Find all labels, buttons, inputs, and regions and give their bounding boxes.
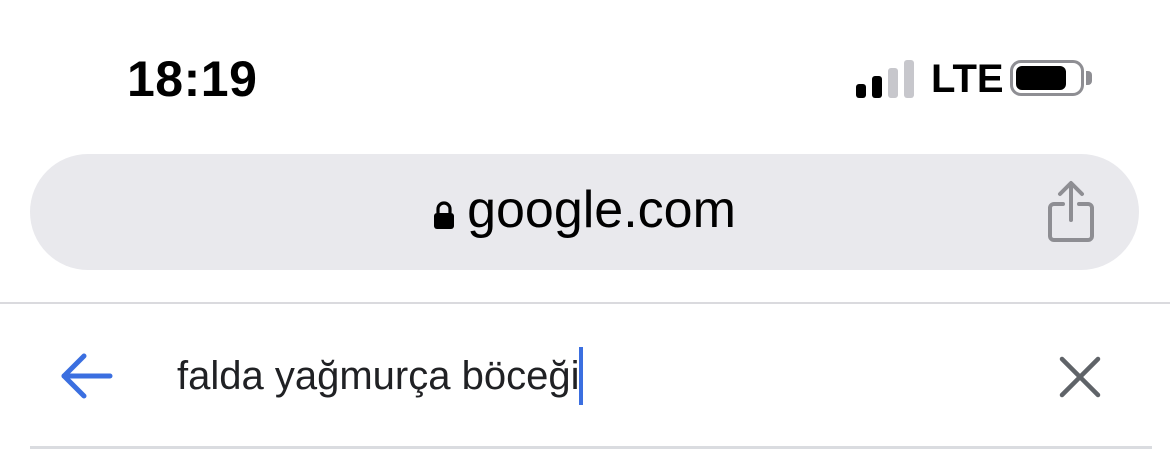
status-time: 18:19 bbox=[127, 51, 258, 107]
signal-bar bbox=[856, 84, 866, 98]
arrow-left-icon[interactable] bbox=[58, 350, 114, 402]
battery-cap bbox=[1086, 71, 1092, 85]
status-bar: 18:19 LTE bbox=[0, 0, 1170, 140]
address-bar[interactable]: google.com bbox=[30, 154, 1139, 270]
url-display[interactable]: google.com bbox=[30, 154, 1139, 270]
signal-bar bbox=[872, 76, 882, 98]
lock-icon bbox=[434, 201, 455, 229]
url-text: google.com bbox=[467, 181, 736, 239]
signal-bar bbox=[904, 60, 914, 98]
cellular-signal-icon bbox=[856, 60, 914, 98]
text-caret bbox=[579, 347, 584, 405]
search-input[interactable]: falda yağmurça böceği bbox=[177, 345, 584, 407]
divider bbox=[0, 302, 1170, 304]
battery-level bbox=[1016, 66, 1066, 90]
search-divider bbox=[30, 446, 1152, 449]
close-icon[interactable] bbox=[1058, 355, 1102, 399]
battery-icon bbox=[1010, 60, 1084, 96]
signal-bar bbox=[888, 68, 898, 98]
search-query: falda yağmurça böceği bbox=[177, 354, 580, 398]
share-icon[interactable] bbox=[1045, 180, 1097, 244]
network-type: LTE bbox=[931, 57, 1004, 101]
